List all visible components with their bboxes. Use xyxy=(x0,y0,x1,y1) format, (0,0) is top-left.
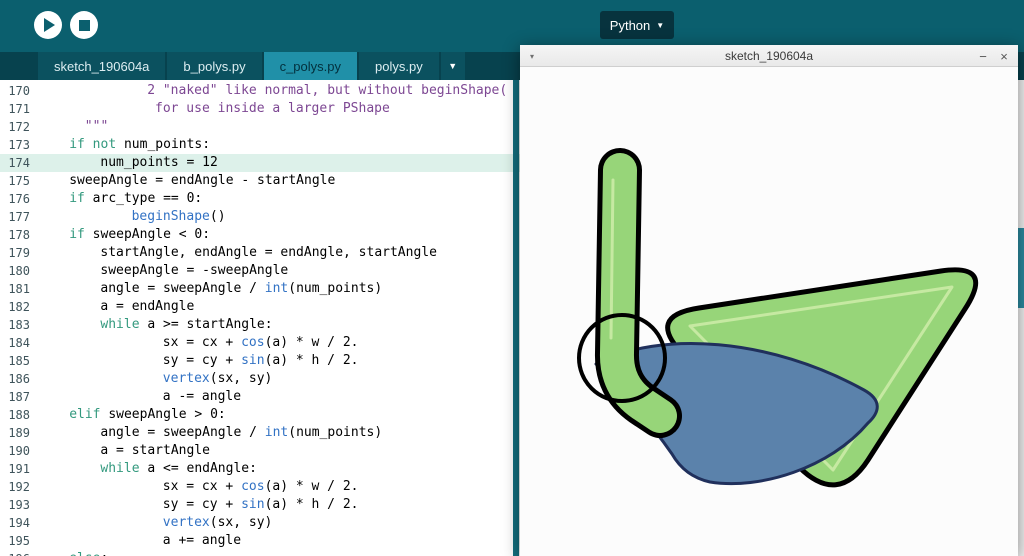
code-text: a = startAngle xyxy=(38,442,210,460)
code-text: vertex(sx, sy) xyxy=(38,370,272,388)
tab-label: b_polys.py xyxy=(183,59,245,74)
sketch-drawing xyxy=(520,68,1018,556)
code-text: if arc_type == 0: xyxy=(38,190,202,208)
play-icon xyxy=(44,18,55,32)
chevron-down-icon: ▼ xyxy=(656,21,664,30)
minimize-button[interactable]: − xyxy=(974,45,992,67)
line-number: 186 xyxy=(0,370,30,388)
code-text: else: xyxy=(38,550,108,556)
line-number: 184 xyxy=(0,334,30,352)
line-number: 175 xyxy=(0,172,30,190)
stop-button[interactable] xyxy=(70,11,98,39)
line-number: 180 xyxy=(0,262,30,280)
code-text: 2 "naked" like normal, but without begin… xyxy=(38,82,507,100)
code-text: while a >= startAngle: xyxy=(38,316,273,334)
line-number: 182 xyxy=(0,298,30,316)
line-number: 176 xyxy=(0,190,30,208)
line-number: 194 xyxy=(0,514,30,532)
sketch-window: ▾ sketch_190604a − × xyxy=(520,45,1018,556)
tab-sketch_190604a[interactable]: sketch_190604a xyxy=(38,52,165,80)
code-text: sy = cy + sin(a) * h / 2. xyxy=(38,496,358,514)
code-text: sy = cy + sin(a) * h / 2. xyxy=(38,352,358,370)
code-text: if not num_points: xyxy=(38,136,210,154)
code-text: startAngle, endAngle = endAngle, startAn… xyxy=(38,244,437,262)
code-text: angle = sweepAngle / int(num_points) xyxy=(38,424,382,442)
close-button[interactable]: × xyxy=(995,45,1013,67)
tab-list: sketch_190604a b_polys.py c_polys.py polys.… xyxy=(38,52,441,80)
line-number: 181 xyxy=(0,280,30,298)
line-number: 191 xyxy=(0,460,30,478)
line-number: 187 xyxy=(0,388,30,406)
line-number: 192 xyxy=(0,478,30,496)
sketch-titlebar[interactable]: ▾ sketch_190604a − × xyxy=(520,45,1018,67)
line-number: 193 xyxy=(0,496,30,514)
line-number: 189 xyxy=(0,424,30,442)
tab-b_polys.py[interactable]: b_polys.py xyxy=(167,52,261,80)
scrollbar-thumb[interactable] xyxy=(1017,228,1024,308)
line-number: 170 xyxy=(0,82,30,100)
code-text: angle = sweepAngle / int(num_points) xyxy=(38,280,382,298)
sketch-window-title: sketch_190604a xyxy=(520,49,1018,63)
code-text: a -= angle xyxy=(38,388,241,406)
code-text: sx = cx + cos(a) * w / 2. xyxy=(38,334,358,352)
code-text: a += angle xyxy=(38,532,241,550)
editor-scrollbar[interactable] xyxy=(1017,80,1024,556)
line-number: 173 xyxy=(0,136,30,154)
line-number: 188 xyxy=(0,406,30,424)
stop-icon xyxy=(79,20,90,31)
line-number: 196 xyxy=(0,550,30,556)
window-edge-accent xyxy=(513,80,519,556)
line-number: 178 xyxy=(0,226,30,244)
code-text: beginShape() xyxy=(38,208,226,226)
line-number: 174 xyxy=(0,154,30,172)
code-text: sx = cx + cos(a) * w / 2. xyxy=(38,478,358,496)
screen: Python ▼ sketch_190604a b_polys.py c_polys… xyxy=(0,0,1024,556)
window-menu-icon[interactable]: ▾ xyxy=(530,45,534,67)
tab-label: c_polys.py xyxy=(280,59,341,74)
code-text: """ xyxy=(38,118,108,136)
line-number: 183 xyxy=(0,316,30,334)
dropdown-icon: ▼ xyxy=(448,61,457,71)
line-number: 177 xyxy=(0,208,30,226)
tab-polys.py[interactable]: polys.py xyxy=(359,52,439,80)
mode-selector-button[interactable]: Python ▼ xyxy=(600,11,674,39)
tab-label: polys.py xyxy=(375,59,423,74)
line-number: 195 xyxy=(0,532,30,550)
mode-label: Python xyxy=(610,18,650,33)
line-number: 171 xyxy=(0,100,30,118)
code-text: sweepAngle = endAngle - startAngle xyxy=(38,172,335,190)
line-number: 179 xyxy=(0,244,30,262)
tab-c_polys.py[interactable]: c_polys.py xyxy=(264,52,357,80)
tab-label: sketch_190604a xyxy=(54,59,149,74)
run-button[interactable] xyxy=(34,11,62,39)
code-text: sweepAngle = -sweepAngle xyxy=(38,262,288,280)
code-text: for use inside a larger PShape xyxy=(38,100,390,118)
line-number: 172 xyxy=(0,118,30,136)
code-text: if sweepAngle < 0: xyxy=(38,226,210,244)
line-number: 190 xyxy=(0,442,30,460)
code-text: a = endAngle xyxy=(38,298,194,316)
code-text: elif sweepAngle > 0: xyxy=(38,406,226,424)
line-number: 185 xyxy=(0,352,30,370)
sketch-canvas xyxy=(520,68,1018,556)
code-text: while a <= endAngle: xyxy=(38,460,257,478)
tab-menu-button[interactable]: ▼ xyxy=(441,52,465,80)
code-text: num_points = 12 xyxy=(38,154,218,172)
code-text: vertex(sx, sy) xyxy=(38,514,272,532)
